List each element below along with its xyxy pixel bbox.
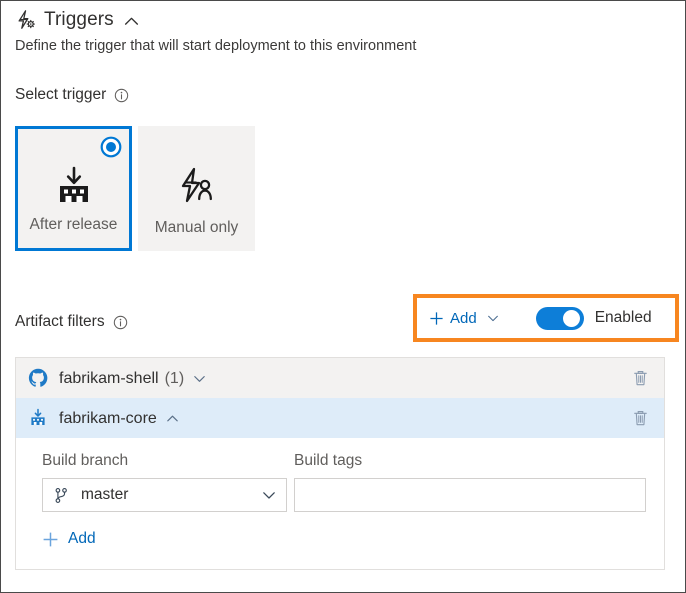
build-branch-label: Build branch [42, 452, 294, 470]
delete-artifact-filter-button[interactable] [631, 409, 650, 428]
add-build-filter-button[interactable]: Add [42, 530, 96, 548]
artifact-filters-toggle[interactable]: Enabled [536, 307, 652, 330]
select-trigger-text: Select trigger [15, 86, 106, 104]
trigger-lightning-gear-icon [15, 9, 37, 31]
section-header: Triggers [15, 9, 140, 31]
chevron-down-icon[interactable] [184, 371, 207, 386]
trigger-option-label: After release [30, 216, 118, 234]
chevron-down-icon[interactable] [483, 311, 500, 325]
deploy-release-icon [51, 165, 97, 211]
chevron-up-icon[interactable] [121, 11, 140, 30]
trigger-option-after-release[interactable]: After release [15, 126, 132, 251]
trigger-option-manual-only[interactable]: Manual only [138, 126, 255, 251]
add-build-filter-label: Add [68, 530, 96, 548]
add-filter-row: Add [16, 526, 664, 569]
artifact-name: fabrikam-core [59, 409, 157, 428]
select-trigger-label: Select trigger [15, 86, 129, 104]
toggle-state-label: Enabled [595, 309, 652, 327]
artifact-row-fabrikam-shell[interactable]: fabrikam-shell (1) [16, 358, 664, 398]
delete-artifact-filter-button[interactable] [631, 369, 650, 388]
artifact-filter-detail: Build branch m [16, 438, 664, 526]
page-title: Triggers [44, 9, 114, 31]
github-icon [28, 368, 48, 388]
build-branch-value: master [81, 486, 261, 504]
build-tags-field: Build tags [294, 452, 646, 512]
artifact-filters-label: Artifact filters [15, 313, 128, 331]
build-branch-field: Build branch m [42, 452, 294, 512]
radio-selected-icon[interactable] [100, 136, 122, 158]
artifact-filter-count: (1) [165, 369, 185, 388]
triggers-panel: Triggers Define the trigger that will st… [0, 0, 686, 593]
toggle-knob [563, 310, 580, 327]
toggle-switch-on[interactable] [536, 307, 584, 330]
info-icon[interactable] [114, 88, 129, 103]
add-filter-label: Add [450, 310, 477, 327]
plus-icon [42, 531, 59, 548]
chevron-down-icon[interactable] [261, 487, 277, 503]
plus-icon [429, 311, 444, 326]
add-filter-button[interactable]: Add [429, 310, 500, 327]
manual-person-lightning-icon [174, 162, 220, 208]
chevron-up-icon[interactable] [157, 411, 180, 426]
trigger-option-label: Manual only [155, 219, 239, 237]
section-description: Define the trigger that will start deplo… [15, 37, 416, 55]
build-branch-dropdown[interactable]: master [42, 478, 287, 512]
build-tags-label: Build tags [294, 452, 646, 470]
build-artifact-icon [28, 408, 48, 428]
artifact-name: fabrikam-shell [59, 369, 159, 388]
artifact-row-fabrikam-core[interactable]: fabrikam-core [16, 398, 664, 438]
artifact-filters-panel: fabrikam-shell (1) [15, 357, 665, 570]
build-tags-input[interactable] [294, 478, 646, 512]
artifact-filters-text: Artifact filters [15, 313, 105, 331]
info-icon[interactable] [113, 315, 128, 330]
branch-icon [53, 487, 70, 504]
artifact-filters-toolbar-highlight: Add Enabled [413, 294, 679, 342]
trigger-option-cards: After release Manual only [15, 126, 255, 251]
